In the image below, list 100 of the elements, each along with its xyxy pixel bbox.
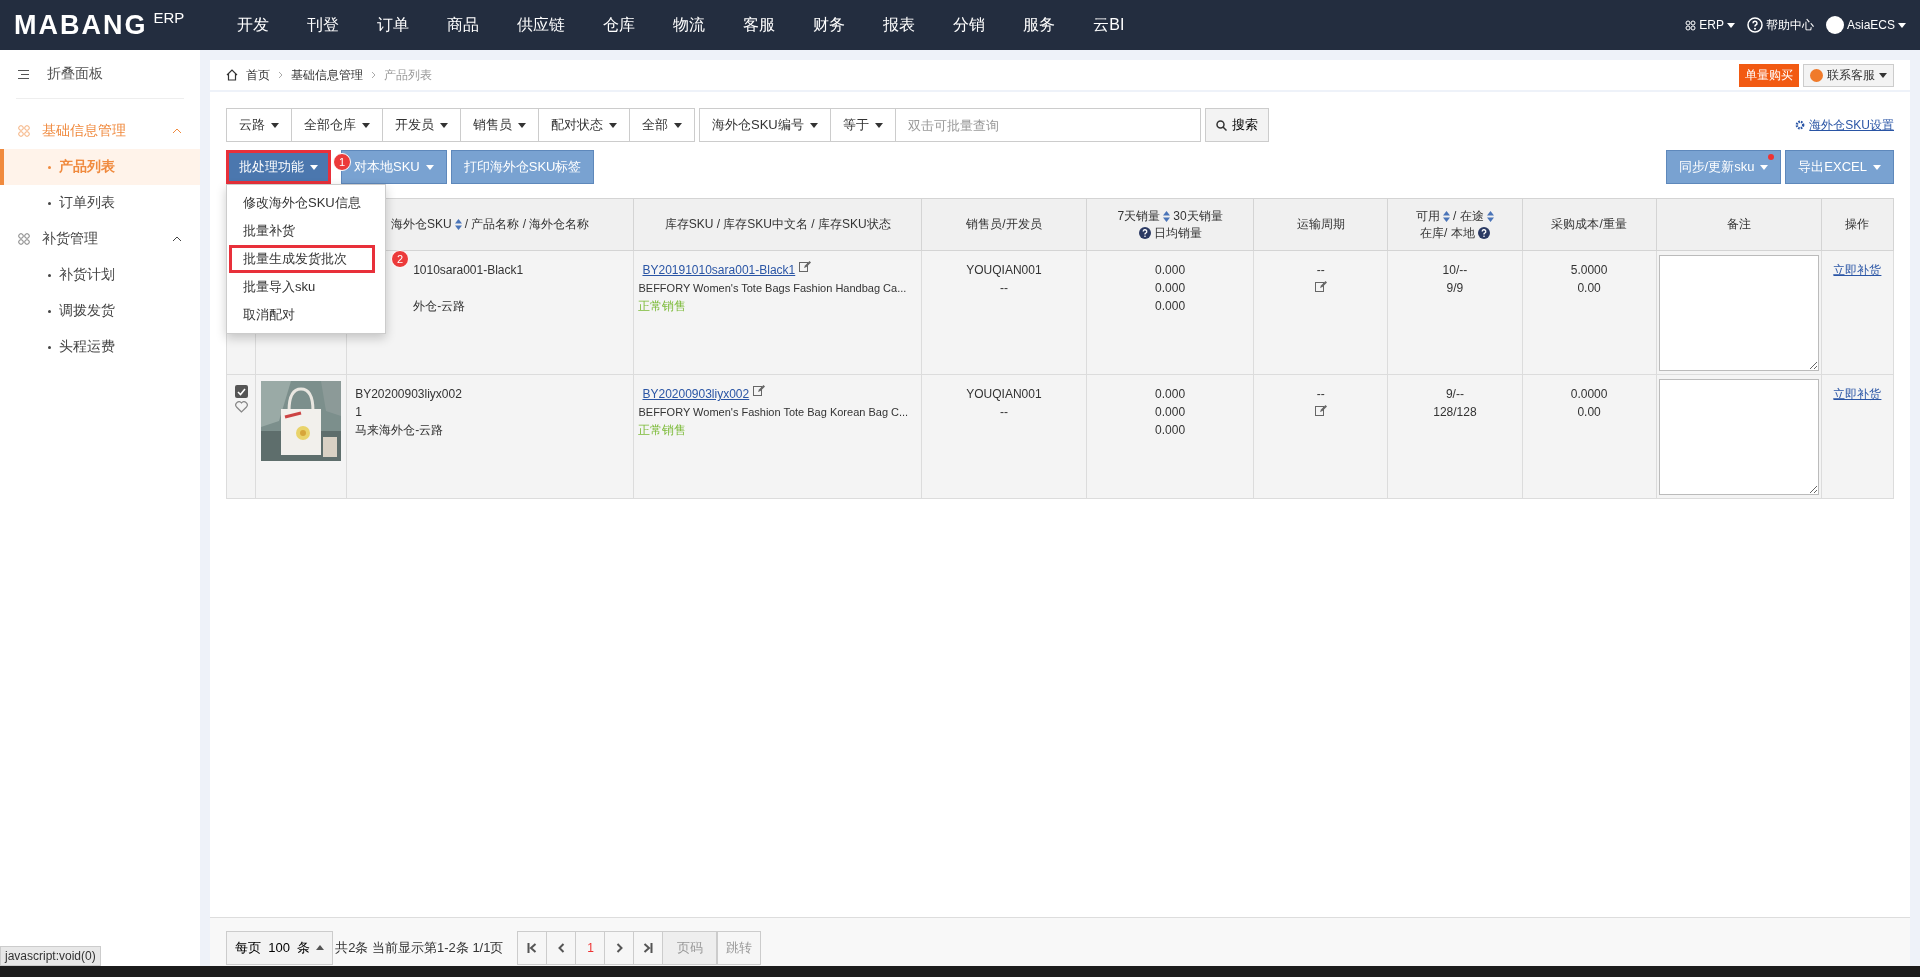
nav-tab[interactable]: 刊登 [288,0,359,50]
restock-link[interactable]: 立即补货 [1833,387,1882,401]
transport-period: -- [1315,386,1326,403]
menu-item[interactable]: 批量导入sku [227,273,385,301]
edit-icon[interactable] [1314,281,1327,292]
nav-tab[interactable]: 服务 [1004,0,1075,50]
nav-tab[interactable]: 订单 [358,0,429,50]
caret-icon [1760,164,1769,170]
nav-tab[interactable]: 报表 [864,0,935,50]
chevron-icon[interactable] [172,236,182,242]
logo-suffix: ERP [153,10,185,25]
search-button[interactable]: 搜索 [1204,108,1269,142]
note-field[interactable] [1658,255,1819,371]
filter-dropdown[interactable]: 开发员 [382,108,461,142]
grid-icon [18,125,30,137]
filter-dropdown[interactable]: 销售员 [460,108,539,142]
nav-tab[interactable]: 开发 [218,0,289,50]
caret-icon [1873,164,1881,170]
caret-icon [674,122,682,128]
edit-icon[interactable] [753,385,766,396]
edit-icon[interactable] [799,261,812,272]
sales-value: 0.000 [1154,280,1187,297]
nav-tab[interactable]: 仓库 [584,0,655,50]
nav-tab[interactable]: 分销 [934,0,1005,50]
note-field[interactable] [1658,379,1819,495]
caret-icon [316,945,325,950]
seller-name: YOUQIAN001 [965,386,1043,403]
column-header: 库存SKU / 库存SKU中文名 / 库存SKU状态 [633,198,922,251]
breadcrumb-item[interactable]: 基础信息管理 [291,66,363,84]
field-dropdown[interactable]: 海外仓SKU编号 [699,108,831,142]
search-icon [1215,119,1227,131]
caret-icon [1898,22,1906,28]
sidebar-item[interactable]: 调拨发货 [0,293,200,329]
weight-value: 0.00 [1576,280,1602,297]
collapse-link[interactable]: 折叠面板 [47,65,103,83]
caret-icon [1726,22,1735,28]
column-header: 备注 [1656,198,1822,251]
page-size-dropdown[interactable]: 每页 100 条 [226,930,334,965]
step-badge: 1 [333,153,351,171]
column-header: 可用 / 在途 在库/ 本地 [1387,198,1522,251]
erp-menu[interactable]: ERP [1699,18,1724,32]
sku-text: BY20200903liyx002 [355,386,463,403]
filter-dropdown[interactable]: 全部 [629,108,695,142]
sort-icon[interactable] [454,219,462,230]
breadcrumb-item[interactable]: 首页 [246,66,270,84]
stock-sku-name: BEFFORY Women's Fashion Tote Bag Korean Bag C... [638,405,910,420]
nav-tab[interactable]: 物流 [654,0,725,50]
caret-icon [518,122,526,128]
sidebar-item[interactable]: 补货计划 [0,257,200,293]
help-icon [1746,17,1763,33]
filter-dropdown[interactable]: 配对状态 [538,108,630,142]
product-name: 1 [355,404,363,421]
page-input[interactable]: 页码 [662,930,718,965]
seller-name: YOUQIAN001 [965,262,1043,279]
nav-tab[interactable]: 财务 [794,0,865,50]
edit-icon[interactable] [1314,405,1327,416]
operator-dropdown[interactable]: 等于 [829,108,896,142]
caret-icon [874,122,883,128]
nav-tab[interactable]: 商品 [428,0,499,50]
sku-text: 1010sara001-Black1 [413,262,525,279]
sidebar-item[interactable]: 头程运费 [0,329,200,365]
sidebar-group[interactable]: 补货管理 [0,221,200,257]
nav-tab[interactable]: 供应链 [498,0,585,50]
caret-icon [425,164,434,170]
developer-name: -- [998,280,1009,297]
sidebar-item[interactable]: 订单列表 [0,185,200,221]
settings-link[interactable]: 海外仓SKU设置 [1809,116,1894,134]
warehouse-name: 马来海外仓-云路 [355,422,445,439]
nav-tab[interactable]: 云BI [1074,0,1144,50]
user-menu[interactable]: AsiaECS [1846,18,1895,32]
sort-icon[interactable] [1443,210,1451,222]
column-header: 操作 [1821,198,1894,251]
page-button[interactable]: 1 [575,930,606,965]
sort-icon[interactable] [1486,210,1494,222]
filter-dropdown[interactable]: 云路 [226,108,292,142]
caret-icon [362,122,370,128]
stock-sku-link[interactable]: BY20200903liyx002 [642,385,750,403]
stock-sku-link[interactable]: BY20191010sara001-Black1 [642,261,796,279]
service-button[interactable]: 联系客服 [1803,63,1894,87]
help-link[interactable]: 帮助中心 [1765,16,1814,34]
row-checkbox[interactable] [234,385,248,398]
avatar-icon [1825,16,1844,34]
sort-icon[interactable] [1163,210,1171,222]
menu-item[interactable]: 取消配对 [227,301,385,329]
filter-dropdown[interactable]: 全部仓库 [291,108,383,142]
logo-text: MABANG [14,10,148,40]
action-button[interactable]: 批处理功能 [226,150,331,184]
first-page-icon [527,942,538,953]
sales-value: 0.000 [1154,386,1187,403]
restock-link[interactable]: 立即补货 [1833,263,1882,277]
nav-tab[interactable]: 客服 [724,0,795,50]
first-page-button[interactable] [517,930,548,965]
chevron-icon [278,71,283,79]
last-page-icon [643,942,654,953]
menu-icon[interactable] [18,69,29,79]
chevron-left-icon [557,942,565,953]
search-field[interactable]: 双击可批量查询 [894,108,1201,142]
column-header: 采购成本/重量 [1522,198,1657,251]
last-page-button[interactable] [633,930,664,965]
sales-value: 0.000 [1154,298,1187,315]
